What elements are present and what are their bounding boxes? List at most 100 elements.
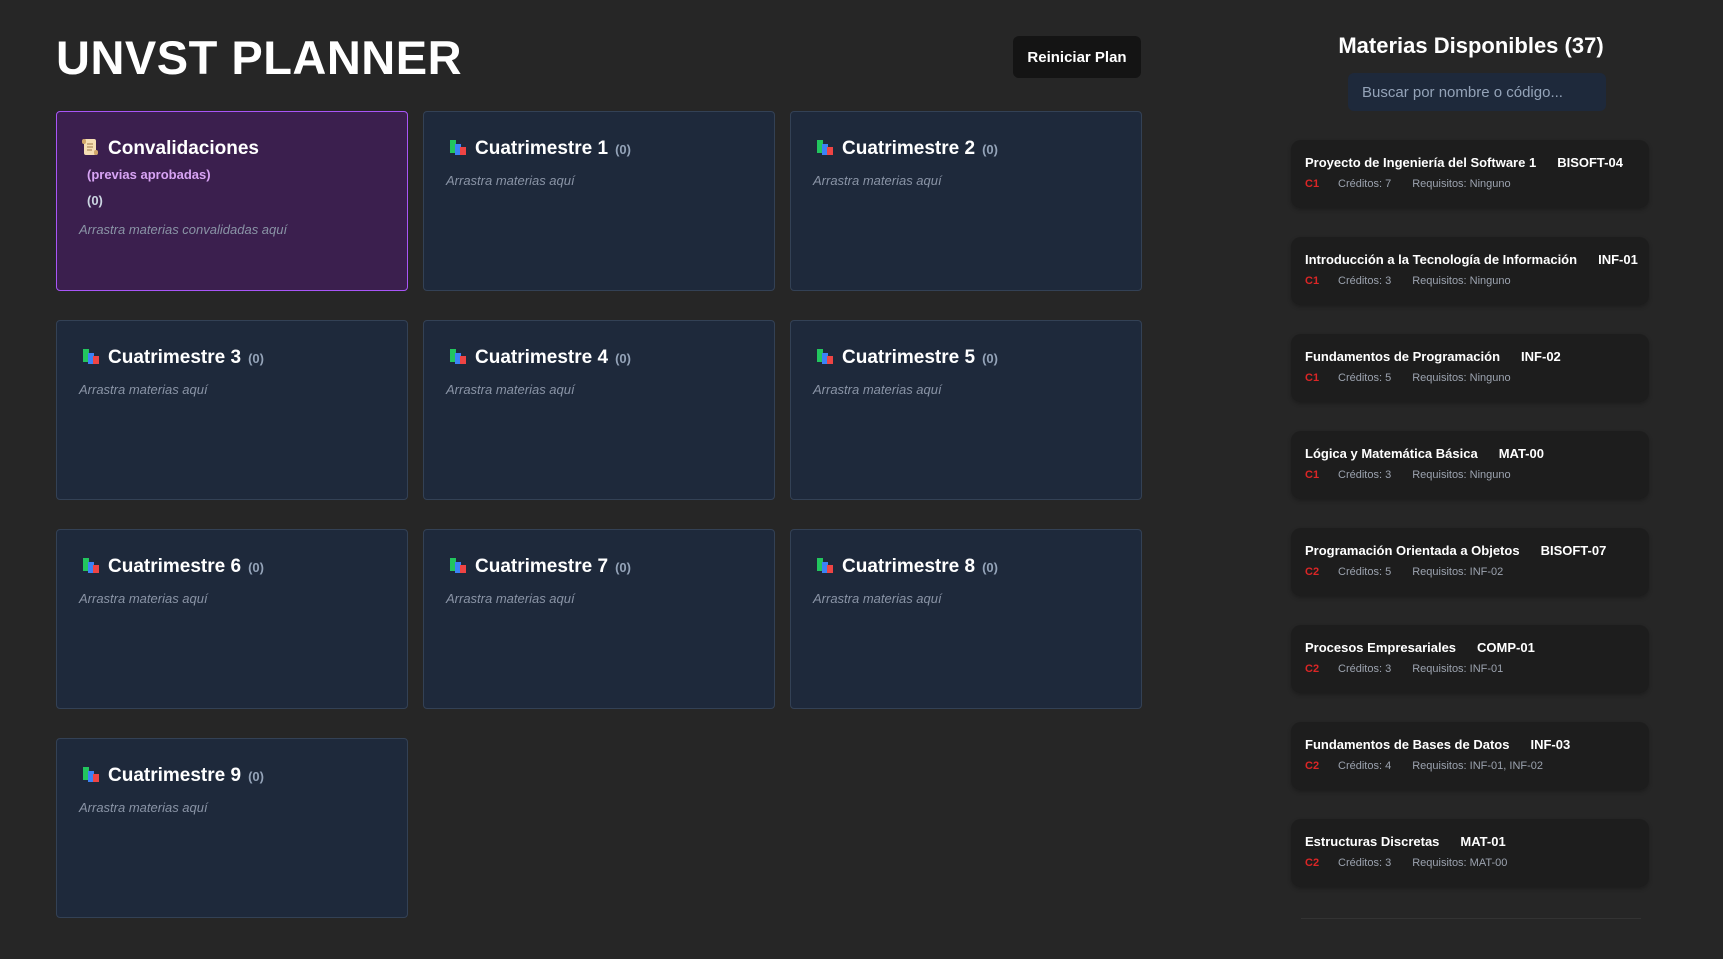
books-icon xyxy=(449,556,467,574)
subject-requirements: Requisitos: Ninguno xyxy=(1412,178,1511,190)
subject-name: Fundamentos de Programación xyxy=(1305,349,1501,364)
page-title: UNVST PLANNER xyxy=(56,31,463,84)
card-title: Cuatrimestre 3 xyxy=(108,347,242,368)
card-count: (0) xyxy=(982,142,998,157)
card-count: (0) xyxy=(87,193,103,208)
subject-credits: Créditos: 3 xyxy=(1338,663,1392,675)
available-subjects-sidebar: Materias Disponibles (37) Proyecto de In… xyxy=(1291,0,1651,959)
subject-credits: Créditos: 3 xyxy=(1338,469,1392,481)
card-count: (0) xyxy=(248,769,264,784)
semester-card-4[interactable]: Cuatrimestre 4 (0) Arrastra materias aqu… xyxy=(423,320,775,500)
subject-code: INF-03 xyxy=(1530,737,1571,752)
subject-header: Programación Orientada a Objetos BISOFT-… xyxy=(1305,543,1635,558)
semester-card-2[interactable]: Cuatrimestre 2 (0) Arrastra materias aqu… xyxy=(790,111,1142,291)
subject-header: Proyecto de Ingeniería del Software 1 BI… xyxy=(1305,155,1635,170)
card-title: Cuatrimestre 2 xyxy=(842,138,976,159)
reset-plan-button[interactable]: Reiniciar Plan xyxy=(1013,36,1141,78)
books-icon xyxy=(449,138,467,156)
subject-code: INF-02 xyxy=(1521,349,1561,364)
card-header: Cuatrimestre 3 (0) xyxy=(79,345,385,372)
subject-list[interactable]: Proyecto de Ingeniería del Software 1 BI… xyxy=(1291,140,1651,916)
card-count: (0) xyxy=(982,351,998,366)
semester-card-6[interactable]: Cuatrimestre 6 (0) Arrastra materias aqu… xyxy=(56,529,408,709)
subject-code: COMP-01 xyxy=(1477,640,1535,655)
subject-requirements: Requisitos: INF-02 xyxy=(1412,566,1504,578)
semester-grid: Convalidaciones (previas aprobadas) (0) … xyxy=(56,111,1142,918)
subject-credits: Créditos: 3 xyxy=(1338,275,1392,287)
card-header: Cuatrimestre 6 (0) xyxy=(79,554,385,581)
card-count: (0) xyxy=(615,560,631,575)
card-title: Cuatrimestre 7 xyxy=(475,556,609,577)
subject-code: BISOFT-07 xyxy=(1540,543,1607,558)
subject-header: Fundamentos de Programación INF-02 xyxy=(1305,349,1635,364)
semester-tag: C1 xyxy=(1305,178,1320,190)
card-title: Convalidaciones xyxy=(108,138,259,159)
list-divider xyxy=(1301,918,1641,919)
semester-tag: C2 xyxy=(1305,760,1320,772)
subject-name: Fundamentos de Bases de Datos xyxy=(1305,737,1510,752)
subject-code: MAT-00 xyxy=(1498,446,1544,461)
semester-card-7[interactable]: Cuatrimestre 7 (0) Arrastra materias aqu… xyxy=(423,529,775,709)
semester-tag: C2 xyxy=(1305,566,1320,578)
semester-tag: C1 xyxy=(1305,469,1320,481)
semester-tag: C1 xyxy=(1305,275,1320,287)
subject-card[interactable]: Fundamentos de Bases de Datos INF-03 C2 … xyxy=(1291,722,1649,790)
card-count: (0) xyxy=(248,351,264,366)
dropzone-hint: Arrastra materias aquí xyxy=(446,591,575,606)
subject-card[interactable]: Introducción a la Tecnología de Informac… xyxy=(1291,237,1649,305)
semester-card-3[interactable]: Cuatrimestre 3 (0) Arrastra materias aqu… xyxy=(56,320,408,500)
card-title: Cuatrimestre 5 xyxy=(842,347,976,368)
subject-name: Procesos Empresariales xyxy=(1305,640,1457,655)
card-header: Convalidaciones (previas aprobadas) (0) xyxy=(79,136,385,214)
dropzone-hint: Arrastra materias aquí xyxy=(79,800,208,815)
subject-name: Programación Orientada a Objetos xyxy=(1305,543,1520,558)
dropzone-hint: Arrastra materias convalidadas aquí xyxy=(79,222,288,237)
card-header: Cuatrimestre 7 (0) xyxy=(446,554,752,581)
subject-name: Estructuras Discretas xyxy=(1305,834,1440,849)
subject-card[interactable]: Programación Orientada a Objetos BISOFT-… xyxy=(1291,528,1649,596)
search-input[interactable] xyxy=(1348,73,1606,111)
dropzone-hint: Arrastra materias aquí xyxy=(79,382,208,397)
card-header: Cuatrimestre 5 (0) xyxy=(813,345,1119,372)
semester-card-1[interactable]: Cuatrimestre 1 (0) Arrastra materias aqu… xyxy=(423,111,775,291)
semester-card-9[interactable]: Cuatrimestre 9 (0) Arrastra materias aqu… xyxy=(56,738,408,918)
subject-meta: C1 Créditos: 7 Requisitos: Ninguno xyxy=(1305,178,1635,190)
subject-meta: C1 Créditos: 3 Requisitos: Ninguno xyxy=(1305,469,1635,481)
books-icon xyxy=(816,347,834,365)
subject-header: Introducción a la Tecnología de Informac… xyxy=(1305,252,1638,267)
subject-card[interactable]: Lógica y Matemática Básica MAT-00 C1 Cré… xyxy=(1291,431,1649,499)
semester-tag: C2 xyxy=(1305,663,1320,675)
subject-card[interactable]: Proyecto de Ingeniería del Software 1 BI… xyxy=(1291,140,1649,208)
card-subtitle: (previas aprobadas) xyxy=(87,167,211,182)
semester-card-5[interactable]: Cuatrimestre 5 (0) Arrastra materias aqu… xyxy=(790,320,1142,500)
dropzone-hint: Arrastra materias aquí xyxy=(813,173,942,188)
subject-credits: Créditos: 5 xyxy=(1338,566,1392,578)
subject-name: Proyecto de Ingeniería del Software 1 xyxy=(1305,155,1537,170)
card-title: Cuatrimestre 9 xyxy=(108,765,242,786)
card-header: Cuatrimestre 4 (0) xyxy=(446,345,752,372)
card-count: (0) xyxy=(615,142,631,157)
card-title: Cuatrimestre 4 xyxy=(475,347,609,368)
books-icon xyxy=(82,765,100,783)
books-icon xyxy=(816,556,834,574)
subject-code: INF-01 xyxy=(1598,252,1638,267)
subject-credits: Créditos: 5 xyxy=(1338,372,1392,384)
subject-card[interactable]: Procesos Empresariales COMP-01 C2 Crédit… xyxy=(1291,625,1649,693)
semester-card-8[interactable]: Cuatrimestre 8 (0) Arrastra materias aqu… xyxy=(790,529,1142,709)
subject-meta: C1 Créditos: 5 Requisitos: Ninguno xyxy=(1305,372,1635,384)
dropzone-hint: Arrastra materias aquí xyxy=(813,382,942,397)
card-title: Cuatrimestre 1 xyxy=(475,138,609,159)
subject-code: MAT-01 xyxy=(1460,834,1506,849)
subject-header: Fundamentos de Bases de Datos INF-03 xyxy=(1305,737,1635,752)
card-count: (0) xyxy=(248,560,264,575)
subject-card[interactable]: Estructuras Discretas MAT-01 C2 Créditos… xyxy=(1291,819,1649,887)
subject-requirements: Requisitos: Ninguno xyxy=(1412,469,1511,481)
card-header: Cuatrimestre 2 (0) xyxy=(813,136,1119,163)
subject-requirements: Requisitos: Ninguno xyxy=(1412,372,1511,384)
card-count: (0) xyxy=(982,560,998,575)
books-icon xyxy=(82,556,100,574)
subject-card[interactable]: Fundamentos de Programación INF-02 C1 Cr… xyxy=(1291,334,1649,402)
convalidaciones-dropzone[interactable]: Convalidaciones (previas aprobadas) (0) … xyxy=(56,111,408,291)
planner-area: UNVST PLANNER Reiniciar Plan Convalidaci… xyxy=(56,0,1142,959)
scroll-icon xyxy=(82,138,100,156)
